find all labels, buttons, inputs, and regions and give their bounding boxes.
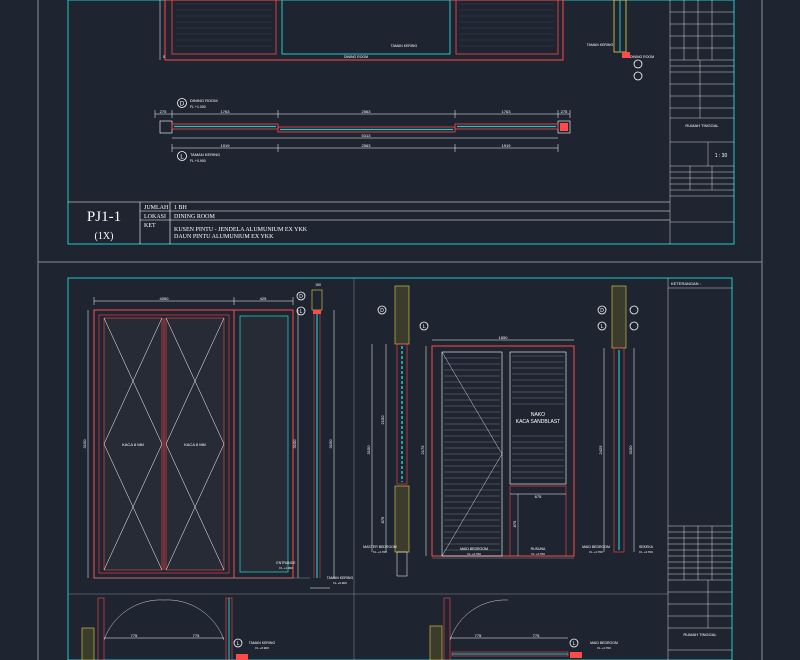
pane-label-left: KACA 8 MM <box>122 442 144 447</box>
svg-text:L: L <box>601 324 604 330</box>
top-title-scale: 1 : 30 <box>715 153 728 159</box>
kaca-sandblast-label: KACA SANDBLAST <box>516 419 560 425</box>
svg-text:2563: 2563 <box>362 143 372 148</box>
svg-text:FL +4.700: FL +4.700 <box>597 646 611 650</box>
svg-text:DINING ROOM: DINING ROOM <box>630 55 654 59</box>
svg-text:L: L <box>573 641 576 647</box>
taman-kering-label: TAMAN KERING <box>327 576 354 580</box>
bottom-sheet: KETERANGAN : RUMAH TINGGAL 4050 425 KACA… <box>67 277 733 660</box>
plan-label-taman-fl: FL +0.900 <box>190 159 206 163</box>
room-label-maid-2: MAID BEDROOM <box>582 545 610 549</box>
nako-label: NAKO <box>531 412 545 418</box>
svg-text:775: 775 <box>131 633 138 638</box>
room-label-maid: MAID BEDROOM <box>460 547 488 551</box>
plan-maid-label: MAID BEDROOM <box>590 641 618 645</box>
svg-text:L: L <box>300 309 303 315</box>
svg-text:1763: 1763 <box>502 109 512 114</box>
room-label-master: MASTER BEDROOM <box>363 545 397 549</box>
svg-text:1 BH: 1 BH <box>174 205 188 211</box>
door-code: PJ1-1 <box>87 209 121 225</box>
svg-text:DAUN PINTU ALUMUNIUM EX YKK: DAUN PINTU ALUMUNIUM EX YKK <box>174 234 274 240</box>
svg-text:3150: 3150 <box>366 445 371 455</box>
svg-text:425: 425 <box>260 296 267 301</box>
svg-text:D: D <box>299 294 303 300</box>
svg-text:FL +4.700: FL +4.700 <box>467 552 481 556</box>
elev-tag-dining: DINING ROOM <box>344 55 368 59</box>
svg-text:1763: 1763 <box>221 109 231 114</box>
top-plan: D DINING ROOM FL +1.000 275 1763 2563 17… <box>154 98 571 163</box>
svg-text:FL +1.000: FL +1.000 <box>279 566 293 570</box>
top-title-project: RUMAH TINGGAL <box>685 123 719 128</box>
svg-text:275: 275 <box>160 109 167 114</box>
svg-text:875: 875 <box>512 520 517 527</box>
svg-text:2175: 2175 <box>420 445 425 455</box>
svg-text:FL +4.700: FL +4.700 <box>639 550 653 554</box>
elev-tag-taman: TAMAN KERING <box>391 44 418 48</box>
svg-text:DINING ROOM: DINING ROOM <box>174 214 215 220</box>
svg-text:D: D <box>380 308 384 314</box>
svg-text:FL +0.900: FL +0.900 <box>255 646 269 650</box>
svg-text:FL +4.700: FL +4.700 <box>589 550 603 554</box>
bottom-title-project: RUMAH TINGGAL <box>683 632 717 637</box>
plan-label-dining-fl: FL +1.000 <box>190 105 206 109</box>
svg-text:4050: 4050 <box>160 296 170 301</box>
svg-text:D: D <box>180 102 185 108</box>
svg-text:275: 275 <box>561 109 568 114</box>
svg-text:2425: 2425 <box>598 445 603 455</box>
keterangan-label: KETERANGAN : <box>671 281 701 286</box>
door-info-block: PJ1-1 (1X) JUMLAH 1 BH LOKASI DINING ROO… <box>68 201 670 244</box>
svg-text:875: 875 <box>380 516 385 523</box>
svg-text:775: 775 <box>533 633 540 638</box>
plan-label-dining: DINING ROOM <box>190 98 218 103</box>
svg-text:3150: 3150 <box>628 445 633 455</box>
svg-text:TAMAN KERING: TAMAN KERING <box>587 43 614 47</box>
right-door-elevation: D L 2150 875 3150 1650 NAKO KACA SANDBLA… <box>363 285 654 660</box>
room-label-sekeka: SEKEKA <box>639 545 654 549</box>
door-louvers <box>444 355 564 551</box>
svg-text:1919: 1919 <box>502 143 512 148</box>
pane-label-right: KACA 8 MM <box>184 442 206 447</box>
plan-taman-label: TAMAN KERING <box>249 641 276 645</box>
svg-text:KET: KET <box>144 223 156 229</box>
svg-text:D: D <box>600 308 604 314</box>
svg-text:775: 775 <box>193 633 200 638</box>
svg-text:L: L <box>180 155 184 161</box>
svg-text:3100: 3100 <box>82 439 87 449</box>
svg-text:5313: 5313 <box>362 133 372 138</box>
svg-text:KUSEN PINTU - JENDELA ALUMUNIU: KUSEN PINTU - JENDELA ALUMUNIUM EX YKK <box>174 227 308 233</box>
svg-text:2563: 2563 <box>362 109 372 114</box>
svg-text:3100: 3100 <box>292 439 297 449</box>
entrance-label: ENTRANCE <box>276 561 296 565</box>
svg-text:1919: 1919 <box>221 143 231 148</box>
cad-drawing-canvas: 0 TAMAN KERING DINING ROOM TAMAN KERING … <box>37 0 763 660</box>
top-title-block <box>669 0 734 244</box>
svg-text:675: 675 <box>535 494 542 499</box>
svg-text:150: 150 <box>315 283 321 287</box>
svg-text:FL +0.900: FL +0.900 <box>333 581 347 585</box>
svg-text:775: 775 <box>475 633 482 638</box>
svg-text:L: L <box>237 641 240 647</box>
top-elevation: 0 TAMAN KERING DINING ROOM TAMAN KERING … <box>159 0 654 81</box>
svg-text:LOKASI: LOKASI <box>144 214 166 220</box>
left-door-elevation: 4050 425 KACA 8 MM KACA 8 MM 3100 3100 D… <box>81 283 354 660</box>
svg-text:FL +4.700: FL +4.700 <box>373 550 387 554</box>
svg-text:FL +4.700: FL +4.700 <box>531 552 545 556</box>
svg-text:L: L <box>423 324 426 330</box>
svg-text:JUMLAH: JUMLAH <box>144 205 169 211</box>
door-qty: (1X) <box>95 231 114 242</box>
plan-label-taman: TAMAN KERING <box>190 152 220 157</box>
svg-text:2150: 2150 <box>380 415 385 425</box>
svg-text:1650: 1650 <box>499 335 509 340</box>
room-label-rusuna: RUSUNA <box>531 547 546 551</box>
svg-text:3150: 3150 <box>328 439 333 449</box>
